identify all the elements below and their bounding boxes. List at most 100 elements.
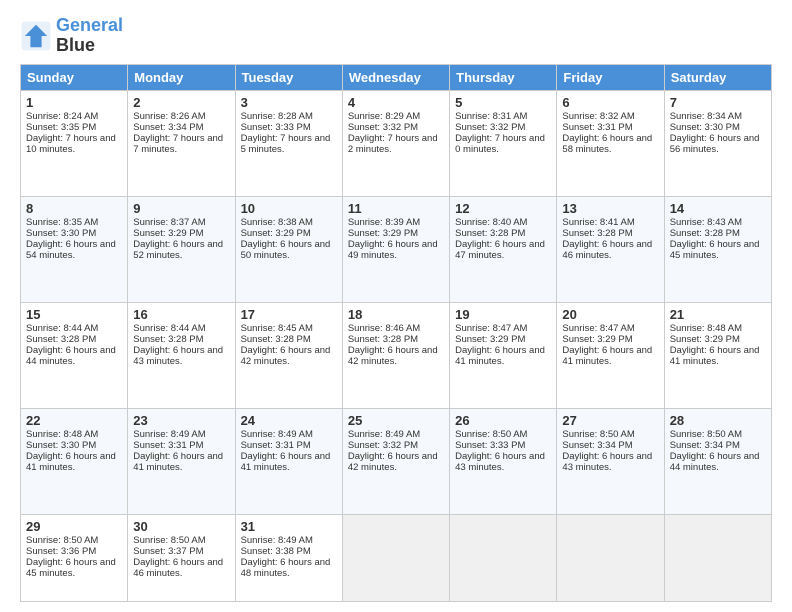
calendar-cell: 28Sunrise: 8:50 AMSunset: 3:34 PMDayligh…: [664, 409, 771, 515]
day-number: 16: [133, 307, 229, 322]
calendar-cell: 22Sunrise: 8:48 AMSunset: 3:30 PMDayligh…: [21, 409, 128, 515]
day-number: 1: [26, 95, 122, 110]
day-number: 12: [455, 201, 551, 216]
day-number: 9: [133, 201, 229, 216]
calendar-cell: 17Sunrise: 8:45 AMSunset: 3:28 PMDayligh…: [235, 302, 342, 408]
calendar-cell: 11Sunrise: 8:39 AMSunset: 3:29 PMDayligh…: [342, 196, 449, 302]
day-info: Sunrise: 8:49 AMSunset: 3:31 PMDaylight:…: [133, 429, 223, 473]
calendar-day-header: Tuesday: [235, 64, 342, 90]
calendar-cell: 23Sunrise: 8:49 AMSunset: 3:31 PMDayligh…: [128, 409, 235, 515]
day-info: Sunrise: 8:48 AMSunset: 3:30 PMDaylight:…: [26, 429, 116, 473]
logo: General Blue: [20, 16, 123, 56]
calendar-cell: 16Sunrise: 8:44 AMSunset: 3:28 PMDayligh…: [128, 302, 235, 408]
calendar-day-header: Monday: [128, 64, 235, 90]
calendar-cell: 9Sunrise: 8:37 AMSunset: 3:29 PMDaylight…: [128, 196, 235, 302]
day-info: Sunrise: 8:28 AMSunset: 3:33 PMDaylight:…: [241, 111, 331, 155]
day-number: 6: [562, 95, 658, 110]
day-info: Sunrise: 8:50 AMSunset: 3:34 PMDaylight:…: [670, 429, 760, 473]
day-info: Sunrise: 8:32 AMSunset: 3:31 PMDaylight:…: [562, 111, 652, 155]
calendar-day-header: Wednesday: [342, 64, 449, 90]
day-number: 2: [133, 95, 229, 110]
calendar-table: SundayMondayTuesdayWednesdayThursdayFrid…: [20, 64, 772, 602]
day-number: 8: [26, 201, 122, 216]
calendar-week-row: 15Sunrise: 8:44 AMSunset: 3:28 PMDayligh…: [21, 302, 772, 408]
calendar-cell: 12Sunrise: 8:40 AMSunset: 3:28 PMDayligh…: [450, 196, 557, 302]
day-number: 4: [348, 95, 444, 110]
day-info: Sunrise: 8:29 AMSunset: 3:32 PMDaylight:…: [348, 111, 438, 155]
calendar-cell: 19Sunrise: 8:47 AMSunset: 3:29 PMDayligh…: [450, 302, 557, 408]
calendar-cell: 26Sunrise: 8:50 AMSunset: 3:33 PMDayligh…: [450, 409, 557, 515]
calendar-cell: [450, 515, 557, 602]
day-number: 27: [562, 413, 658, 428]
day-info: Sunrise: 8:49 AMSunset: 3:32 PMDaylight:…: [348, 429, 438, 473]
calendar-cell: 25Sunrise: 8:49 AMSunset: 3:32 PMDayligh…: [342, 409, 449, 515]
day-number: 24: [241, 413, 337, 428]
day-info: Sunrise: 8:49 AMSunset: 3:31 PMDaylight:…: [241, 429, 331, 473]
calendar-cell: 10Sunrise: 8:38 AMSunset: 3:29 PMDayligh…: [235, 196, 342, 302]
day-number: 20: [562, 307, 658, 322]
day-info: Sunrise: 8:50 AMSunset: 3:33 PMDaylight:…: [455, 429, 545, 473]
calendar-cell: 18Sunrise: 8:46 AMSunset: 3:28 PMDayligh…: [342, 302, 449, 408]
calendar-week-row: 29Sunrise: 8:50 AMSunset: 3:36 PMDayligh…: [21, 515, 772, 602]
day-number: 19: [455, 307, 551, 322]
day-info: Sunrise: 8:39 AMSunset: 3:29 PMDaylight:…: [348, 217, 438, 261]
calendar-day-header: Saturday: [664, 64, 771, 90]
calendar-day-header: Friday: [557, 64, 664, 90]
calendar-week-row: 22Sunrise: 8:48 AMSunset: 3:30 PMDayligh…: [21, 409, 772, 515]
day-info: Sunrise: 8:35 AMSunset: 3:30 PMDaylight:…: [26, 217, 116, 261]
logo-icon: [20, 20, 52, 52]
day-info: Sunrise: 8:31 AMSunset: 3:32 PMDaylight:…: [455, 111, 545, 155]
day-info: Sunrise: 8:50 AMSunset: 3:34 PMDaylight:…: [562, 429, 652, 473]
logo-text: General Blue: [56, 16, 123, 56]
day-number: 28: [670, 413, 766, 428]
day-number: 26: [455, 413, 551, 428]
day-number: 13: [562, 201, 658, 216]
day-info: Sunrise: 8:40 AMSunset: 3:28 PMDaylight:…: [455, 217, 545, 261]
calendar-day-header: Sunday: [21, 64, 128, 90]
day-number: 14: [670, 201, 766, 216]
day-number: 5: [455, 95, 551, 110]
day-number: 22: [26, 413, 122, 428]
calendar-cell: 14Sunrise: 8:43 AMSunset: 3:28 PMDayligh…: [664, 196, 771, 302]
calendar-cell: 24Sunrise: 8:49 AMSunset: 3:31 PMDayligh…: [235, 409, 342, 515]
day-info: Sunrise: 8:48 AMSunset: 3:29 PMDaylight:…: [670, 323, 760, 367]
calendar-cell: 29Sunrise: 8:50 AMSunset: 3:36 PMDayligh…: [21, 515, 128, 602]
calendar-cell: 2Sunrise: 8:26 AMSunset: 3:34 PMDaylight…: [128, 90, 235, 196]
calendar-cell: 21Sunrise: 8:48 AMSunset: 3:29 PMDayligh…: [664, 302, 771, 408]
day-info: Sunrise: 8:47 AMSunset: 3:29 PMDaylight:…: [562, 323, 652, 367]
day-number: 10: [241, 201, 337, 216]
calendar-cell: 6Sunrise: 8:32 AMSunset: 3:31 PMDaylight…: [557, 90, 664, 196]
calendar-cell: 5Sunrise: 8:31 AMSunset: 3:32 PMDaylight…: [450, 90, 557, 196]
calendar-cell: 1Sunrise: 8:24 AMSunset: 3:35 PMDaylight…: [21, 90, 128, 196]
calendar-cell: [557, 515, 664, 602]
day-info: Sunrise: 8:41 AMSunset: 3:28 PMDaylight:…: [562, 217, 652, 261]
calendar-cell: 13Sunrise: 8:41 AMSunset: 3:28 PMDayligh…: [557, 196, 664, 302]
calendar-cell: 15Sunrise: 8:44 AMSunset: 3:28 PMDayligh…: [21, 302, 128, 408]
calendar-header-row: SundayMondayTuesdayWednesdayThursdayFrid…: [21, 64, 772, 90]
day-info: Sunrise: 8:44 AMSunset: 3:28 PMDaylight:…: [26, 323, 116, 367]
day-info: Sunrise: 8:50 AMSunset: 3:37 PMDaylight:…: [133, 535, 223, 579]
calendar-cell: 3Sunrise: 8:28 AMSunset: 3:33 PMDaylight…: [235, 90, 342, 196]
day-number: 31: [241, 519, 337, 534]
calendar-day-header: Thursday: [450, 64, 557, 90]
day-info: Sunrise: 8:45 AMSunset: 3:28 PMDaylight:…: [241, 323, 331, 367]
calendar-cell: 7Sunrise: 8:34 AMSunset: 3:30 PMDaylight…: [664, 90, 771, 196]
calendar-cell: 31Sunrise: 8:49 AMSunset: 3:38 PMDayligh…: [235, 515, 342, 602]
day-info: Sunrise: 8:34 AMSunset: 3:30 PMDaylight:…: [670, 111, 760, 155]
day-info: Sunrise: 8:49 AMSunset: 3:38 PMDaylight:…: [241, 535, 331, 579]
day-number: 21: [670, 307, 766, 322]
day-info: Sunrise: 8:24 AMSunset: 3:35 PMDaylight:…: [26, 111, 116, 155]
day-number: 30: [133, 519, 229, 534]
calendar-week-row: 1Sunrise: 8:24 AMSunset: 3:35 PMDaylight…: [21, 90, 772, 196]
day-number: 23: [133, 413, 229, 428]
calendar-cell: [664, 515, 771, 602]
day-number: 15: [26, 307, 122, 322]
day-number: 25: [348, 413, 444, 428]
day-info: Sunrise: 8:46 AMSunset: 3:28 PMDaylight:…: [348, 323, 438, 367]
day-info: Sunrise: 8:50 AMSunset: 3:36 PMDaylight:…: [26, 535, 116, 579]
header: General Blue: [20, 16, 772, 56]
day-number: 11: [348, 201, 444, 216]
calendar-cell: 30Sunrise: 8:50 AMSunset: 3:37 PMDayligh…: [128, 515, 235, 602]
calendar-cell: 27Sunrise: 8:50 AMSunset: 3:34 PMDayligh…: [557, 409, 664, 515]
day-number: 29: [26, 519, 122, 534]
